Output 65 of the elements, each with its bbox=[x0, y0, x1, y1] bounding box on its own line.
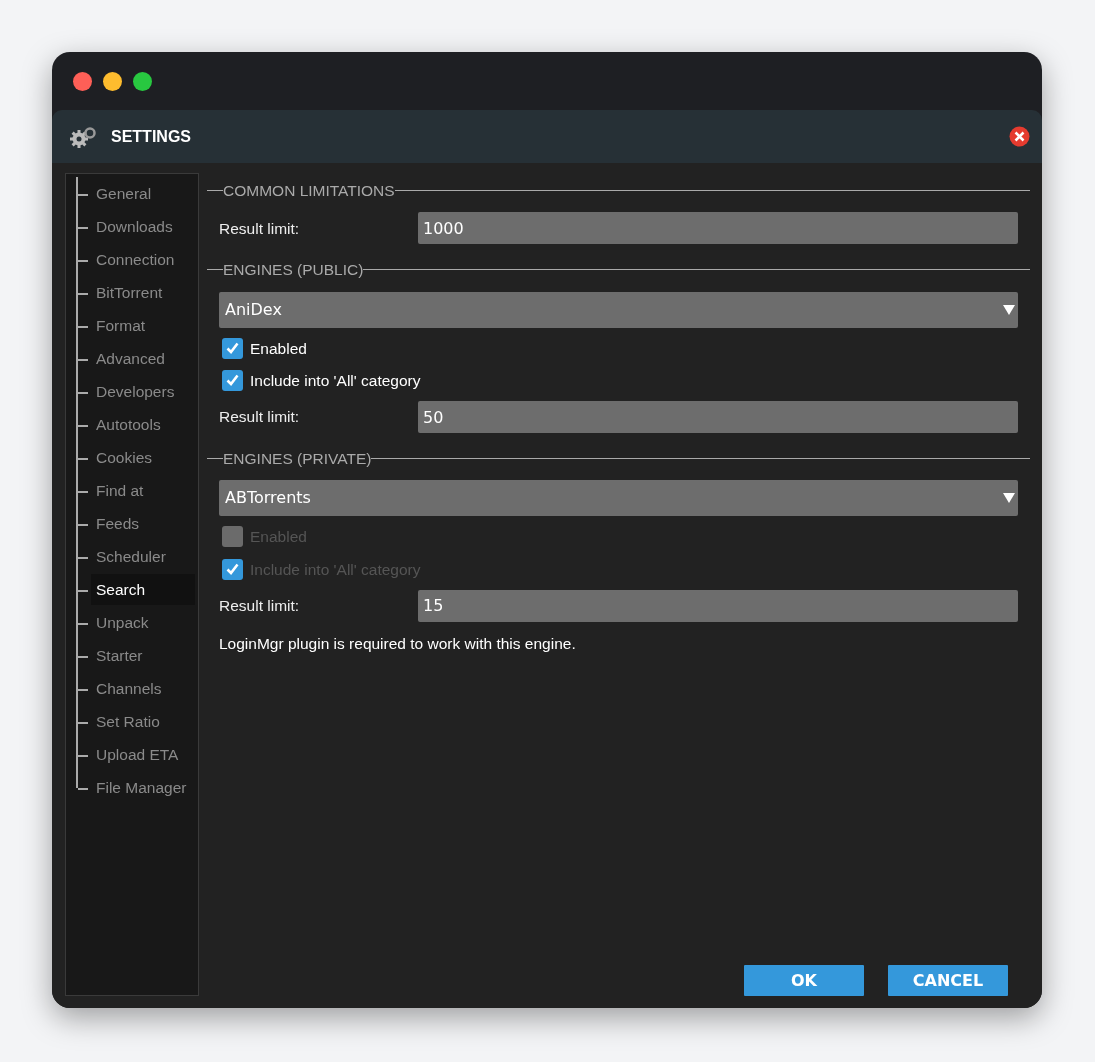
check-icon bbox=[226, 563, 239, 576]
checkbox[interactable] bbox=[222, 369, 243, 391]
checkbox-label: Enabled bbox=[250, 338, 307, 359]
dialog-title: SETTINGS bbox=[111, 126, 191, 147]
engine-dropdown[interactable]: ABTorrents bbox=[219, 480, 1018, 517]
tree-connector bbox=[76, 672, 88, 705]
sidebar-item[interactable]: Upload ETA bbox=[91, 738, 195, 771]
tree-connector bbox=[76, 408, 88, 441]
sidebar-item[interactable]: Set Ratio bbox=[91, 705, 195, 738]
section-heading: ENGINES (PRIVATE) bbox=[223, 449, 372, 469]
section-heading: ENGINES (PUBLIC) bbox=[223, 260, 364, 281]
tree-connector bbox=[76, 375, 88, 408]
close-icon[interactable] bbox=[1009, 126, 1030, 147]
sidebar-item[interactable]: Connection bbox=[91, 243, 195, 276]
result-limit-field[interactable]: 15 bbox=[418, 589, 1018, 622]
tree-connector bbox=[76, 177, 88, 210]
tree-connector bbox=[76, 441, 88, 474]
sidebar-item[interactable]: Search bbox=[91, 573, 195, 606]
sidebar-item[interactable]: Developers bbox=[91, 375, 195, 408]
tree-connector bbox=[76, 639, 88, 672]
field-label: Result limit: bbox=[219, 407, 301, 428]
sidebar-item[interactable]: File Manager bbox=[91, 771, 195, 804]
tree-connector bbox=[76, 243, 88, 276]
sidebar-item[interactable]: Feeds bbox=[91, 507, 195, 540]
ok-button[interactable]: OK bbox=[744, 965, 864, 996]
result-limit-field[interactable]: 1000 bbox=[418, 212, 1018, 245]
maximize-window-icon[interactable] bbox=[133, 71, 152, 91]
tree-connector bbox=[76, 474, 88, 507]
section-heading: COMMON LIMITATIONS bbox=[223, 181, 395, 201]
close-window-icon[interactable] bbox=[73, 71, 92, 91]
sidebar-item[interactable]: Advanced bbox=[91, 342, 195, 375]
sidebar-item[interactable]: Cookies bbox=[91, 441, 195, 474]
check-icon bbox=[226, 342, 239, 355]
tree-connector bbox=[76, 540, 88, 573]
field-label: Result limit: bbox=[219, 596, 301, 617]
tree-connector bbox=[76, 309, 88, 342]
gears-icon bbox=[69, 124, 97, 149]
checkbox-label: Include into 'All' category bbox=[250, 370, 421, 391]
sidebar-item[interactable]: Autotools bbox=[91, 408, 195, 441]
sidebar-item[interactable]: General bbox=[91, 177, 195, 210]
sidebar-item[interactable]: Channels bbox=[91, 672, 195, 705]
result-limit-field[interactable]: 50 bbox=[418, 401, 1018, 433]
sidebar-item[interactable]: Unpack bbox=[91, 606, 195, 639]
tree-connector bbox=[76, 606, 88, 639]
sidebar-item[interactable]: Format bbox=[91, 309, 195, 342]
tree-connector bbox=[76, 342, 88, 375]
field-label: Result limit: bbox=[219, 218, 301, 239]
checkbox[interactable] bbox=[222, 337, 243, 359]
caret-icon bbox=[1002, 492, 1016, 505]
tree-connector bbox=[76, 210, 88, 243]
caret-icon bbox=[1002, 303, 1016, 316]
sidebar-item[interactable]: BitTorrent bbox=[91, 276, 195, 309]
tree-connector bbox=[76, 507, 88, 540]
minimize-window-icon[interactable] bbox=[103, 71, 122, 91]
sidebar-item[interactable]: Scheduler bbox=[91, 540, 195, 573]
sidebar-item[interactable]: Downloads bbox=[91, 210, 195, 243]
check-icon bbox=[226, 374, 239, 387]
cancel-button[interactable]: CANCEL bbox=[888, 965, 1008, 996]
info-text: LoginMgr plugin is required to work with this engine. bbox=[218, 633, 577, 654]
engine-dropdown[interactable]: AniDex bbox=[219, 291, 1018, 328]
tree-connector bbox=[76, 276, 88, 309]
sidebar-item[interactable]: Starter bbox=[91, 639, 195, 672]
tree-connector bbox=[76, 573, 88, 606]
tree-connector bbox=[76, 705, 88, 738]
sidebar-item[interactable]: Find at bbox=[91, 474, 195, 507]
